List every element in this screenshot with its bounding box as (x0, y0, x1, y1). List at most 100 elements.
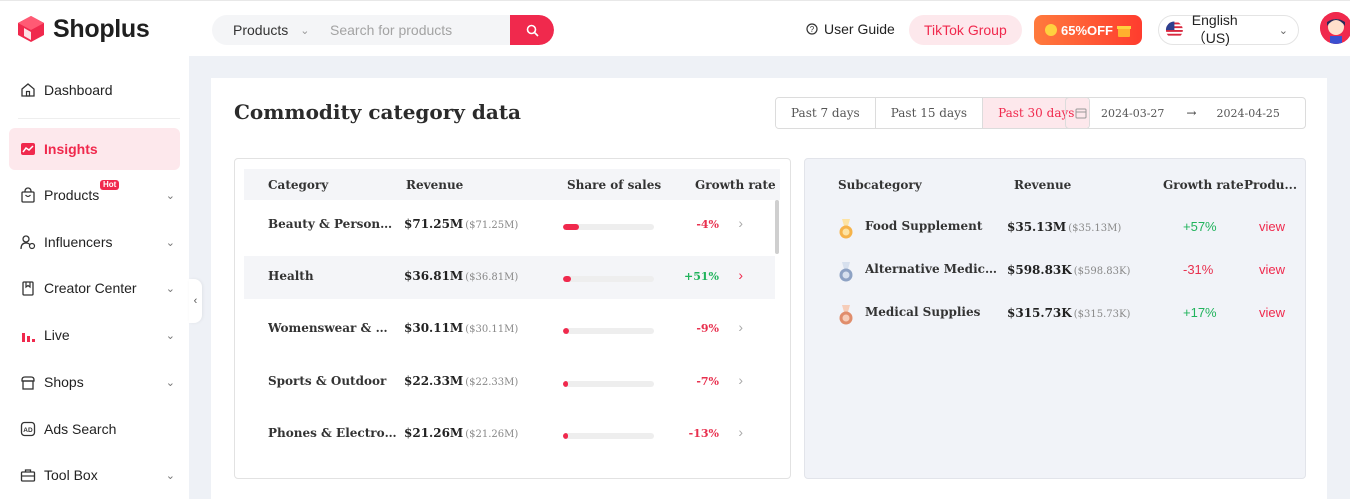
logo[interactable]: Shoplus (16, 14, 150, 44)
header-revenue: Revenue (1014, 178, 1072, 192)
promo-label: 65%OFF (1060, 22, 1113, 38)
date-picker[interactable]: 2024-03-27 → 2024-04-25 (1065, 97, 1306, 129)
sidebar-item-live[interactable]: Live ⌄ (9, 314, 180, 356)
ad-icon: AD (20, 421, 36, 437)
sidebar-item-products[interactable]: Products Hot ⌄ (9, 174, 180, 216)
chevron-down-icon: ⌄ (165, 190, 175, 202)
search-button[interactable] (510, 15, 554, 45)
search-type-select[interactable]: Products ⌄ (212, 22, 330, 38)
calendar-icon (1075, 108, 1087, 119)
range-7-days[interactable]: Past 7 days (776, 98, 876, 128)
users-icon (20, 235, 36, 250)
share-bar-fill (563, 381, 568, 387)
sidebar-item-creator-center[interactable]: Creator Center ⌄ (9, 267, 180, 309)
category-revenue: $22.33M ($22.33M) (404, 374, 518, 388)
header-growth: Growth rate (1163, 178, 1244, 192)
table-row[interactable]: Beauty & Personal C... $71.25M($71.25M) -4… (244, 204, 775, 247)
sidebar-item-dashboard[interactable]: Dashboard (9, 69, 180, 111)
growth-rate: -31% (1183, 262, 1214, 277)
share-bar-fill (563, 224, 580, 230)
revenue-full: ($22.33M) (465, 377, 519, 388)
table-row[interactable]: Phones & Electronics $21.26M ($21.26M) -13%… (244, 413, 775, 456)
header-revenue: Revenue (406, 178, 464, 192)
view-link[interactable]: view (1259, 262, 1285, 277)
medal-bronze-icon (839, 305, 853, 325)
avatar-icon (1320, 12, 1350, 44)
subcategory-name: Medical Supplies (865, 305, 981, 319)
share-bar (563, 224, 654, 230)
chevron-right-icon[interactable]: › (738, 215, 743, 231)
growth-rate: -4% (696, 218, 719, 231)
revenue-value: $36.81M (404, 269, 464, 283)
sidebar-item-label: Tool Box (44, 467, 98, 483)
category-table: Category Revenue Share of sales Growth r… (234, 158, 791, 479)
table-row: Food Supplement $35.13M ($35.13M) +57% view (805, 212, 1305, 255)
hot-badge: Hot (100, 180, 120, 190)
us-flag-icon (1165, 21, 1183, 39)
user-guide-label: User Guide (824, 21, 895, 37)
subcategory-name: Alternative Medicatio... (865, 262, 997, 276)
date-start: 2024-03-27 (1101, 106, 1165, 120)
chevron-down-icon: ⌄ (165, 377, 175, 389)
subcategory-name: Food Supplement (865, 219, 983, 233)
table-header: Category Revenue Share of sales Growth r… (244, 169, 780, 200)
language-label: English（US) (1191, 12, 1238, 46)
chevron-right-icon[interactable]: › (738, 424, 743, 440)
sidebar-item-shops[interactable]: Shops ⌄ (9, 361, 180, 403)
header-category: Category (268, 178, 329, 192)
page-title: Commodity category data (234, 100, 522, 124)
date-arrow: → (1186, 106, 1197, 120)
bar-icon (22, 333, 35, 342)
growth-rate: +57% (1183, 219, 1217, 234)
sidebar-item-label: Shops (44, 374, 84, 390)
revenue-full: ($30.11M) (465, 324, 519, 335)
date-range-tabs: Past 7 days Past 15 days Past 30 days (775, 97, 1091, 129)
sidebar-item-influencers[interactable]: Influencers ⌄ (9, 221, 180, 263)
table-row[interactable]: Sports & Outdoor $22.33M ($22.33M) -7% › (244, 361, 775, 404)
revenue-value: $22.33M (404, 374, 464, 388)
shoplus-logo-icon (18, 16, 44, 42)
chevron-right-icon[interactable]: › (738, 267, 743, 283)
chart-icon (21, 143, 35, 155)
sidebar-item-tool-box[interactable]: Tool Box ⌄ (9, 454, 180, 496)
share-bar (563, 381, 654, 387)
chevron-right-icon[interactable]: › (738, 372, 743, 388)
shop-icon (21, 376, 35, 390)
chevron-left-icon: ‹ (193, 295, 198, 307)
promo-button[interactable]: 65%OFF (1034, 15, 1142, 45)
header-growth: Growth rate (695, 178, 776, 192)
search-input[interactable] (330, 22, 510, 38)
avatar[interactable] (1320, 12, 1350, 44)
bag-icon (21, 187, 35, 203)
medal-silver-icon (839, 262, 853, 282)
gift-icon (1117, 26, 1131, 37)
share-bar (563, 328, 654, 334)
sidebar-item-label: Products (44, 187, 100, 203)
sidebar-item-ads-search[interactable]: AD Ads Search (9, 408, 180, 450)
share-bar-fill (563, 328, 570, 334)
user-guide-link[interactable]: ? User Guide (806, 21, 895, 37)
sidebar-collapse-button[interactable]: ‹ (189, 279, 202, 323)
chevron-right-icon[interactable]: › (738, 319, 743, 335)
header-products: Produ... (1244, 178, 1297, 192)
chevron-down-icon: ⌄ (300, 24, 310, 37)
view-link[interactable]: view (1259, 305, 1285, 320)
scrollbar[interactable] (775, 200, 779, 254)
sidebar-item-label: Live (44, 327, 70, 343)
range-15-days[interactable]: Past 15 days (875, 98, 984, 128)
bookmark-icon (22, 281, 34, 296)
table-row[interactable]: Womenswear & Und... $30.11M($30.11M) -9% › (244, 308, 775, 351)
tiktok-group-button[interactable]: TikTok Group (909, 15, 1022, 45)
top-bar: Shoplus Products ⌄ ? User Guide TikTok G… (0, 0, 1350, 56)
svg-text:AD: AD (23, 427, 33, 434)
language-select[interactable]: English（US) ⌄ (1158, 12, 1299, 46)
share-bar-fill (563, 433, 568, 439)
chevron-down-icon: ⌄ (165, 470, 175, 482)
sidebar: Dashboard Insights Products Hot ⌄ Influe… (0, 56, 189, 499)
category-revenue: $36.81M ($36.81M) (404, 269, 518, 283)
chevron-down-icon: ⌄ (165, 283, 175, 295)
view-link[interactable]: view (1259, 219, 1285, 234)
sidebar-item-insights[interactable]: Insights (9, 128, 180, 170)
revenue-value: $71.25M (404, 217, 464, 231)
table-row[interactable]: Health $36.81M ($36.81M) +51% › (244, 256, 775, 299)
